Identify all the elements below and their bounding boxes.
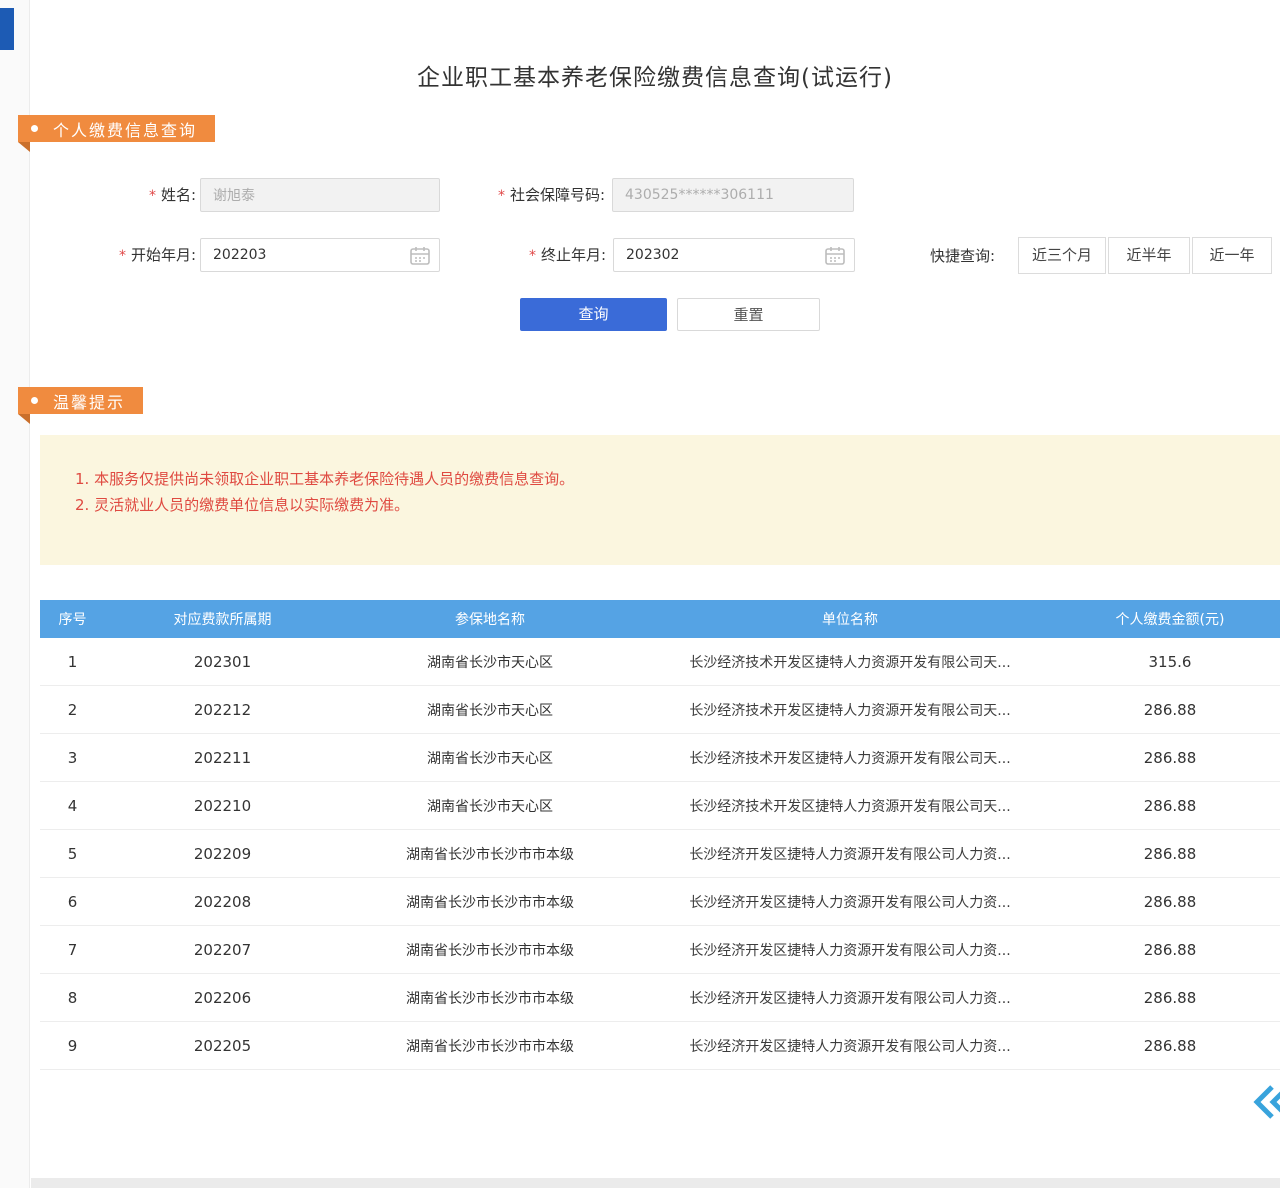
required-asterisk: * — [529, 248, 536, 264]
start-month-field[interactable] — [200, 238, 440, 272]
start-month-input[interactable] — [201, 239, 439, 271]
col-header-amount: 个人缴费金额(元) — [1060, 600, 1280, 638]
dot-icon — [31, 125, 38, 132]
required-asterisk: * — [119, 248, 126, 264]
col-header-employer: 单位名称 — [640, 600, 1060, 638]
table-row: 1 202301 湖南省长沙市天心区 长沙经济技术开发区捷特人力资源开发有限公司… — [40, 638, 1280, 686]
query-button[interactable]: 查询 — [520, 298, 667, 331]
col-header-insured-place: 参保地名称 — [340, 600, 640, 638]
tip-line-2: 2. 灵活就业人员的缴费单位信息以实际缴费为准。 — [75, 492, 1280, 518]
tips-notice-box: 1. 本服务仅提供尚未领取企业职工基本养老保险待遇人员的缴费信息查询。 2. 灵… — [40, 435, 1280, 565]
left-sidebar-strip — [0, 0, 30, 1188]
section-header-label: 个人缴费信息查询 — [53, 117, 197, 141]
calendar-icon[interactable] — [410, 246, 430, 265]
table-row: 4 202210 湖南省长沙市天心区 长沙经济技术开发区捷特人力资源开发有限公司… — [40, 782, 1280, 830]
name-field — [200, 178, 440, 212]
quick-query-label: 快捷查询: — [930, 238, 995, 274]
table-row: 5 202209 湖南省长沙市长沙市市本级 长沙经济开发区捷特人力资源开发有限公… — [40, 830, 1280, 878]
ssn-input — [613, 179, 853, 211]
table-row: 9 202205 湖南省长沙市长沙市市本级 长沙经济开发区捷特人力资源开发有限公… — [40, 1022, 1280, 1070]
dot-icon — [31, 397, 38, 404]
section-header-tips: 温馨提示 — [18, 387, 143, 414]
table-row: 6 202208 湖南省长沙市长沙市市本级 长沙经济开发区捷特人力资源开发有限公… — [40, 878, 1280, 926]
ssn-field — [612, 178, 854, 212]
quick-last-half-year-button[interactable]: 近半年 — [1108, 237, 1190, 274]
table-row: 3 202211 湖南省长沙市天心区 长沙经济技术开发区捷特人力资源开发有限公司… — [40, 734, 1280, 782]
quick-last-year-button[interactable]: 近一年 — [1192, 237, 1272, 274]
bottom-strip — [31, 1178, 1280, 1188]
quick-query-group: 近三个月 近半年 近一年 — [1018, 237, 1272, 274]
name-input — [201, 179, 439, 211]
required-asterisk: * — [498, 188, 505, 204]
table-row: 8 202206 湖南省长沙市长沙市市本级 长沙经济开发区捷特人力资源开发有限公… — [40, 974, 1280, 1022]
required-asterisk: * — [149, 188, 156, 204]
page-title: 企业职工基本养老保险缴费信息查询(试运行) — [30, 58, 1280, 92]
quick-last-3-months-button[interactable]: 近三个月 — [1018, 237, 1106, 274]
table-row: 2 202212 湖南省长沙市天心区 长沙经济技术开发区捷特人力资源开发有限公司… — [40, 686, 1280, 734]
ssn-label: *社会保障号码: — [455, 178, 605, 212]
end-month-field[interactable] — [613, 238, 855, 272]
section-header-label: 温馨提示 — [53, 389, 125, 413]
tip-line-1: 1. 本服务仅提供尚未领取企业职工基本养老保险待遇人员的缴费信息查询。 — [75, 466, 1280, 492]
col-header-period: 对应费款所属期 — [105, 600, 340, 638]
corner-tab — [0, 8, 14, 50]
section-header-personal-query: 个人缴费信息查询 — [18, 115, 215, 142]
payment-table: 序号 对应费款所属期 参保地名称 单位名称 个人缴费金额(元) 1 202301… — [40, 600, 1280, 1070]
reset-button[interactable]: 重置 — [677, 298, 820, 331]
col-header-seq: 序号 — [40, 600, 105, 638]
table-row: 7 202207 湖南省长沙市长沙市市本级 长沙经济开发区捷特人力资源开发有限公… — [40, 926, 1280, 974]
double-left-chevron-icon[interactable] — [1250, 1082, 1280, 1122]
start-month-label: *开始年月: — [83, 238, 196, 272]
name-label: *姓名: — [88, 178, 196, 212]
end-month-input[interactable] — [614, 239, 854, 271]
table-header-row: 序号 对应费款所属期 参保地名称 单位名称 个人缴费金额(元) — [40, 600, 1280, 638]
end-month-label: *终止年月: — [496, 238, 606, 272]
page: 企业职工基本养老保险缴费信息查询(试运行) 个人缴费信息查询 *姓名: *社会保… — [0, 0, 1280, 1188]
calendar-icon[interactable] — [825, 246, 845, 265]
